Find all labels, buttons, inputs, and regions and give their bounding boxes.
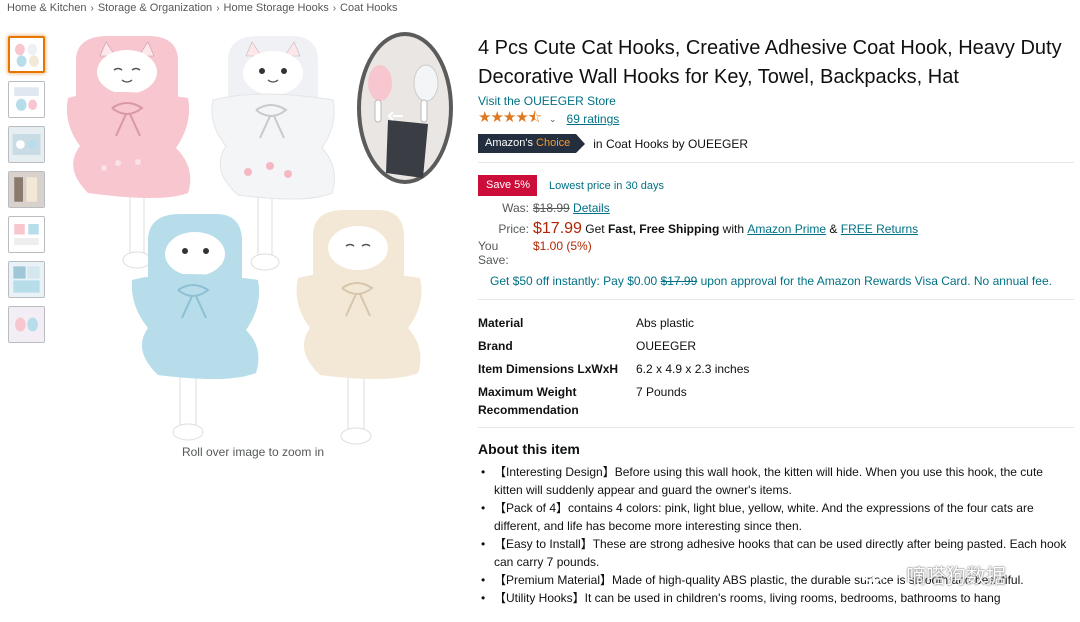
cat-hooks-illustration	[66, 32, 453, 445]
choice-badge-suffix: Choice	[536, 137, 571, 149]
spec-value: OUEEGER	[636, 339, 697, 353]
about-this-item-heading: About this item	[478, 441, 580, 457]
thumbnail-strip	[8, 36, 46, 351]
price-label: Price:	[498, 222, 529, 236]
you-save-value: $1.00 (5%)	[533, 239, 592, 253]
was-price-row: Was: $18.99 Details	[478, 201, 1074, 220]
amazons-choice-badge: Amazon's Choice	[478, 134, 586, 153]
choice-category-text: in Coat Hooks by OUEEGER	[593, 136, 748, 151]
was-label: Was:	[502, 201, 529, 215]
spec-row: Item Dimensions LxWxH 6.2 x 4.9 x 2.3 in…	[478, 360, 1074, 383]
spec-value: 6.2 x 4.9 x 2.3 inches	[636, 362, 750, 376]
divider	[478, 162, 1074, 163]
was-price: $18.99	[533, 201, 570, 215]
ampersand: &	[829, 222, 838, 236]
usage-inset-photo	[357, 32, 453, 184]
ratings-row: ★★★★⯪ ⌄ 69 ratings	[478, 109, 1074, 128]
breadcrumb-separator: ›	[90, 3, 94, 14]
spec-key: Item Dimensions LxWxH	[478, 362, 619, 376]
thumbnail-3[interactable]	[8, 126, 45, 163]
amazon-prime-link[interactable]: Amazon Prime	[747, 222, 826, 236]
free-returns-link[interactable]: FREE Returns	[841, 222, 918, 236]
thumbnail-6[interactable]	[8, 261, 45, 298]
spec-key: Material	[478, 316, 524, 330]
spec-key: Maximum Weight Recommendation	[478, 385, 579, 417]
about-bullet: 【Interesting Design】Before using this wa…	[478, 463, 1074, 499]
breadcrumb-separator: ›	[332, 3, 337, 14]
you-save-row: You Save: $1.00 (5%)	[478, 239, 1074, 267]
fast-free-shipping: Fast, Free Shipping	[607, 222, 720, 236]
chevron-down-icon[interactable]: ⌄	[549, 114, 557, 125]
product-title: 4 Pcs Cute Cat Hooks, Creative Adhesive …	[478, 37, 1062, 88]
you-save-label: You Save:	[478, 239, 509, 267]
price-table: Was: $18.99 Details Price: $17.99 Get Fa…	[478, 201, 1074, 267]
watermark: 嘀嗒狗数据	[858, 558, 1006, 590]
about-bullet: 【Pack of 4】contains 4 colors: pink, ligh…	[478, 499, 1074, 535]
thumbnail-4[interactable]	[8, 171, 45, 208]
breadcrumb-coat-hooks[interactable]: Coat Hooks	[340, 2, 397, 14]
amazons-choice-row: Amazon's Choice in Coat Hooks by OUEEGER	[478, 134, 1074, 153]
spec-value: 7 Pounds	[636, 385, 687, 399]
visa-card-offer[interactable]: Get $50 off instantly: Pay $0.00 $17.99 …	[478, 272, 1074, 290]
visa-offer-prefix: Get $50 off instantly: Pay $0.00	[490, 274, 658, 288]
visa-offer-strike-price: $17.99	[660, 274, 698, 288]
cream-cat-hook	[296, 210, 422, 445]
divider	[478, 299, 1074, 300]
specs-table: Material Abs plastic Brand OUEEGER Item …	[478, 314, 1074, 419]
current-price-row: Price: $17.99 Get Fast, Free Shipping wi…	[478, 220, 1074, 239]
current-price: $17.99	[533, 220, 582, 237]
breadcrumb: Home & Kitchen › Storage & Organization › Ho…	[7, 2, 398, 14]
spec-row: Brand OUEEGER	[478, 337, 1074, 360]
product-details: 4 Pcs Cute Cat Hooks, Creative Adhesive …	[478, 34, 1074, 607]
thumbnail-2[interactable]	[8, 81, 45, 118]
spec-key: Brand	[478, 339, 513, 353]
deal-row: Save 5% Lowest price in 30 days	[478, 175, 1074, 196]
shipping-prefix: Get	[585, 222, 605, 236]
watermark-text: 嘀嗒狗数据	[906, 565, 1006, 588]
shipping-with: with	[722, 222, 745, 236]
ratings-count-link[interactable]: 69 ratings	[567, 112, 620, 126]
visit-store-link[interactable]: Visit the OUEEGER Store	[478, 94, 1074, 108]
price-details-link[interactable]: Details	[573, 201, 610, 215]
wechat-icon	[859, 560, 896, 587]
spec-row: Maximum Weight Recommendation 7 Pounds	[478, 383, 1074, 419]
divider	[478, 427, 1074, 428]
thumbnail-7[interactable]	[8, 306, 45, 343]
blue-cat-hook	[131, 214, 260, 441]
choice-badge-prefix: Amazon's	[485, 137, 533, 149]
main-product-image[interactable]	[48, 28, 458, 448]
zoom-hint: Roll over image to zoom in	[181, 445, 325, 459]
thumbnail-1[interactable]	[8, 36, 45, 73]
spec-row: Material Abs plastic	[478, 314, 1074, 337]
thumbnail-5[interactable]	[8, 216, 45, 253]
lowest-price-note: Lowest price in 30 days	[549, 179, 664, 192]
about-bullet: 【Utility Hooks】It can be used in childre…	[478, 589, 1074, 607]
breadcrumb-separator: ›	[216, 3, 220, 14]
breadcrumb-home-kitchen[interactable]: Home & Kitchen	[7, 2, 86, 14]
save-percent-badge: Save 5%	[478, 175, 538, 196]
spec-value: Abs plastic	[636, 316, 695, 330]
breadcrumb-storage[interactable]: Storage & Organization	[98, 2, 212, 14]
breadcrumb-storage-hooks[interactable]: Home Storage Hooks	[224, 2, 329, 14]
visa-offer-suffix: upon approval for the Amazon Rewards Vis…	[700, 274, 1052, 288]
star-rating-icon[interactable]: ★★★★⯪	[478, 107, 542, 132]
